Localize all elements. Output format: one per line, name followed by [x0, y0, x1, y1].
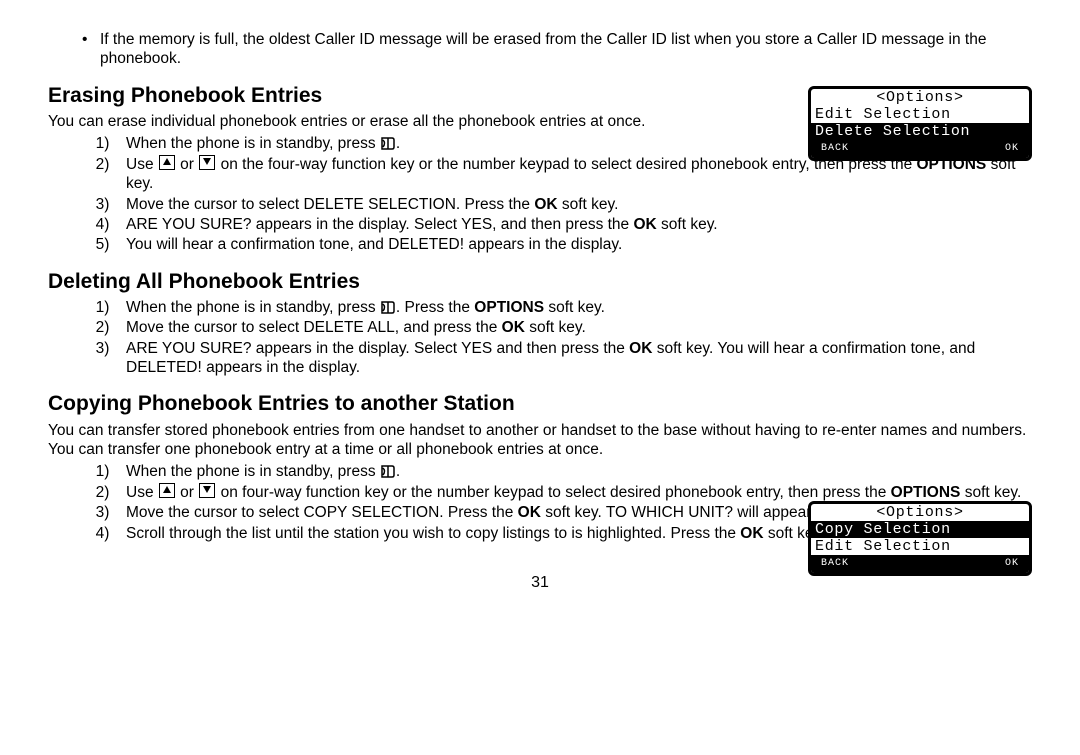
up-key-icon [159, 483, 175, 498]
step: When the phone is in standby, press . [118, 462, 1032, 481]
step: ARE YOU SURE? appears in the display. Se… [118, 215, 1032, 234]
softkey-ok: OK [1005, 555, 1019, 572]
softkey-back: BACK [821, 140, 849, 157]
softkey-back: BACK [821, 555, 849, 572]
step: Use or on four-way function key or the n… [118, 483, 1032, 502]
step: Move the cursor to select DELETE SELECTI… [118, 195, 1032, 214]
step: When the phone is in standby, press . Pr… [118, 298, 1032, 317]
step: Move the cursor to select DELETE ALL, an… [118, 318, 1032, 337]
lcd-row-edit: Edit Selection [811, 106, 1029, 123]
lcd-softkeys: BACK OK [811, 140, 1029, 158]
step: ARE YOU SURE? appears in the display. Se… [118, 339, 1032, 378]
phonebook-icon [380, 137, 396, 150]
down-key-icon [199, 483, 215, 498]
up-key-icon [159, 155, 175, 170]
copying-intro: You can transfer stored phonebook entrie… [48, 421, 1032, 460]
deleteall-steps: When the phone is in standby, press . Pr… [48, 298, 1032, 378]
lcd-row-edit: Edit Selection [811, 538, 1029, 555]
heading-copying: Copying Phonebook Entries to another Sta… [48, 391, 1032, 417]
softkey-ok: OK [1005, 140, 1019, 157]
lcd-row-copy: Copy Selection [811, 521, 1029, 538]
lcd-options-copy: <Options> Copy Selection Edit Selection … [808, 501, 1032, 576]
phonebook-icon [380, 301, 396, 314]
memory-full-note: If the memory is full, the oldest Caller… [48, 30, 1032, 69]
phonebook-icon [380, 465, 396, 478]
lcd-options-delete: <Options> Edit Selection Delete Selectio… [808, 86, 1032, 161]
lcd-title: <Options> [811, 504, 1029, 521]
step: You will hear a confirmation tone, and D… [118, 235, 1032, 254]
note-text: If the memory is full, the oldest Caller… [100, 30, 1032, 69]
down-key-icon [199, 155, 215, 170]
lcd-row-delete: Delete Selection [811, 123, 1029, 140]
lcd-title: <Options> [811, 89, 1029, 106]
lcd-softkeys: BACK OK [811, 555, 1029, 573]
heading-deleting-all: Deleting All Phonebook Entries [48, 269, 1032, 295]
